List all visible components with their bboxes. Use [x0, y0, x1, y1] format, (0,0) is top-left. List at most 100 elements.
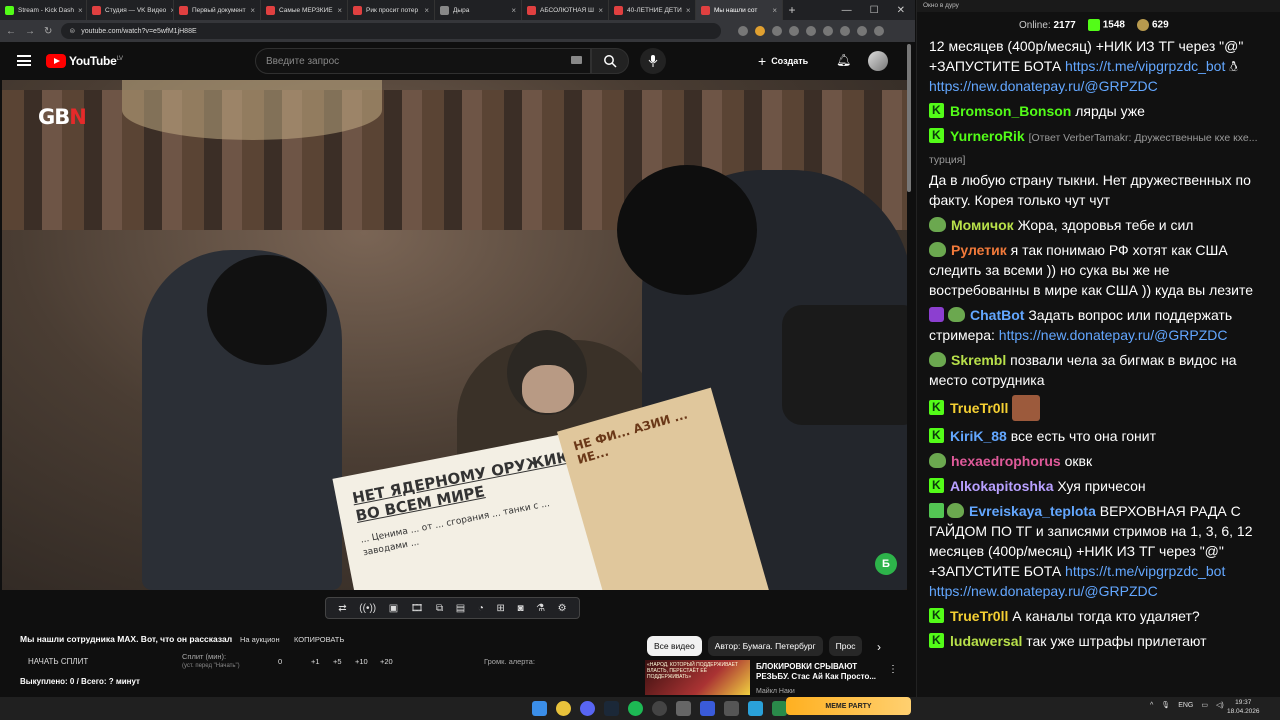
- start-split-button[interactable]: НАЧАТЬ СПЛИТ: [28, 657, 88, 666]
- extension-icon[interactable]: [840, 26, 851, 36]
- bell-icon[interactable]: 🔔︎: [836, 53, 851, 67]
- film-icon[interactable]: ▤: [456, 603, 465, 614]
- tab[interactable]: Stream - Kick Dash ×: [0, 0, 87, 20]
- chevron-up-icon[interactable]: ^: [1150, 702, 1153, 709]
- profile-icon[interactable]: [874, 26, 885, 36]
- split-value[interactable]: 0: [278, 657, 282, 666]
- chip-viewed[interactable]: Прос: [828, 636, 863, 656]
- add-icon[interactable]: ⊞: [496, 603, 504, 614]
- chat-nick[interactable]: TrueTr0ll: [950, 608, 1008, 624]
- app-icon[interactable]: [676, 701, 691, 716]
- reload-icon[interactable]: ↻: [44, 26, 52, 37]
- message-link[interactable]: https://t.me/vipgrpzdc_bot: [1065, 563, 1225, 579]
- discord-icon[interactable]: [580, 701, 595, 716]
- chat-nick[interactable]: TrueTr0ll: [950, 400, 1008, 416]
- telegram-icon[interactable]: [748, 701, 763, 716]
- media-icon[interactable]: [700, 701, 715, 716]
- close-icon[interactable]: ×: [424, 6, 429, 15]
- volume-icon[interactable]: ◁): [1216, 701, 1224, 709]
- obs-icon[interactable]: [652, 701, 667, 716]
- chevron-right-icon[interactable]: ›: [877, 640, 881, 654]
- meme-party-widget[interactable]: MEME PARTY: [786, 697, 911, 715]
- close-window-icon[interactable]: ✕: [897, 5, 905, 16]
- speed-icon[interactable]: ◔: [478, 603, 484, 614]
- tab[interactable]: Самые МЕРЗКИЕ ×: [261, 0, 348, 20]
- repeat-icon[interactable]: ⇄: [338, 603, 346, 614]
- microphone-button[interactable]: [640, 48, 666, 74]
- chat-nick[interactable]: Момичок: [951, 217, 1014, 233]
- more-options-icon[interactable]: ⋮: [888, 664, 898, 675]
- tab[interactable]: АБСОЛЮТНАЯ Ш ×: [522, 0, 609, 20]
- flask-icon[interactable]: ⚗: [536, 603, 545, 614]
- chat-nick[interactable]: Рулетик: [951, 242, 1007, 258]
- chip-author[interactable]: Автор: Бумага. Петербург: [707, 636, 823, 656]
- mic-tray-icon[interactable]: 🎙︎: [1161, 701, 1170, 709]
- split-plus-5[interactable]: +5: [333, 657, 342, 666]
- network-icon[interactable]: ▭: [1201, 701, 1208, 709]
- youtube-logo[interactable]: YouTubeLV: [46, 54, 123, 68]
- message-link[interactable]: https://new.donatepay.ru/@GRPZDC: [929, 78, 1158, 94]
- app-icon[interactable]: [724, 701, 739, 716]
- copy-button[interactable]: КОПИРОВАТЬ: [294, 635, 344, 644]
- search-input[interactable]: Введите запрос: [255, 48, 591, 74]
- chat-nick[interactable]: hexaedrophorus: [951, 453, 1061, 469]
- keyboard-icon[interactable]: [571, 56, 582, 64]
- audio-icon[interactable]: ((•)): [359, 603, 376, 614]
- tab[interactable]: Студия — VK Видео×: [87, 0, 174, 20]
- site-info-icon[interactable]: ⊜: [69, 27, 75, 35]
- recommended-channel[interactable]: Майкл Наки: [756, 688, 795, 695]
- maximize-icon[interactable]: ☐: [870, 5, 879, 16]
- extension-icon[interactable]: [755, 26, 766, 36]
- chat-nick[interactable]: ChatBot: [970, 307, 1024, 323]
- scrollbar-thumb[interactable]: [907, 44, 911, 192]
- steam-icon[interactable]: [604, 701, 619, 716]
- close-icon[interactable]: ×: [772, 6, 777, 15]
- extension-icon[interactable]: [772, 26, 783, 36]
- pip-icon[interactable]: ⧉: [436, 603, 443, 614]
- tab[interactable]: Первый документ ×: [174, 0, 261, 20]
- download-icon[interactable]: [857, 26, 868, 36]
- avatar[interactable]: [868, 51, 888, 71]
- split-plus-20[interactable]: +20: [380, 657, 393, 666]
- split-plus-1[interactable]: +1: [311, 657, 320, 666]
- close-icon[interactable]: ×: [78, 6, 83, 15]
- chat-nick[interactable]: ludawersal: [950, 633, 1022, 649]
- tab[interactable]: Дыра ×: [435, 0, 522, 20]
- forward-icon[interactable]: →: [25, 26, 35, 37]
- tab[interactable]: Рик просит потер ×: [348, 0, 435, 20]
- chat-nick[interactable]: YurneroRik: [950, 128, 1025, 144]
- message-link[interactable]: https://new.donatepay.ru/@GRPZDC: [999, 327, 1228, 343]
- new-tab-icon[interactable]: +: [783, 3, 801, 17]
- minimize-icon[interactable]: —: [842, 5, 852, 16]
- create-button[interactable]: + Создать: [758, 51, 808, 71]
- tab[interactable]: 40-ЛЕТНИЕ ДЕТИ ×: [609, 0, 696, 20]
- chat-nick[interactable]: Bromson_Bonson: [950, 103, 1071, 119]
- gear-icon[interactable]: ⚙: [558, 603, 567, 614]
- video-player[interactable]: НЕТ ЯДЕРНОМУ ОРУЖИЮ ВО ВСЕМ МИРЕ ... Цен…: [2, 80, 907, 590]
- extension-icon[interactable]: [823, 26, 834, 36]
- message-link[interactable]: https://t.me/vipgrpzdc_bot: [1065, 58, 1225, 74]
- close-icon[interactable]: ×: [511, 6, 516, 15]
- extension-icon[interactable]: [789, 26, 800, 36]
- spotify-icon[interactable]: [628, 701, 643, 716]
- back-icon[interactable]: ←: [6, 26, 16, 37]
- chip-all-videos[interactable]: Все видео: [647, 636, 702, 656]
- chrome-icon[interactable]: [556, 701, 571, 716]
- tab-active[interactable]: Мы нашли сот ×: [696, 0, 783, 20]
- chat-nick[interactable]: Skrembl: [951, 352, 1006, 368]
- url-field[interactable]: ⊜ youtube.com/watch?v=e5wfM1jH88E: [61, 23, 722, 39]
- windows-start-icon[interactable]: [532, 701, 547, 716]
- close-icon[interactable]: ×: [337, 6, 342, 15]
- auction-link[interactable]: На аукцион: [240, 635, 280, 644]
- chat-nick[interactable]: Alkokapitoshka: [950, 478, 1053, 494]
- lang-indicator[interactable]: ENG: [1178, 702, 1193, 709]
- search-button[interactable]: [591, 48, 629, 74]
- recommended-title[interactable]: БЛОКИРОВКИ СРЫВАЮТ РЕЗЬБУ. Стас Ай Как П…: [756, 662, 886, 682]
- close-icon[interactable]: ×: [598, 6, 603, 15]
- chat-nick[interactable]: Evreiskaya_teplota: [969, 503, 1096, 519]
- app-icon[interactable]: [772, 701, 787, 716]
- menu-icon[interactable]: [17, 55, 31, 66]
- message-link[interactable]: https://new.donatepay.ru/@GRPZDC: [929, 583, 1158, 599]
- split-plus-10[interactable]: +10: [355, 657, 368, 666]
- extension-icon[interactable]: [738, 26, 749, 36]
